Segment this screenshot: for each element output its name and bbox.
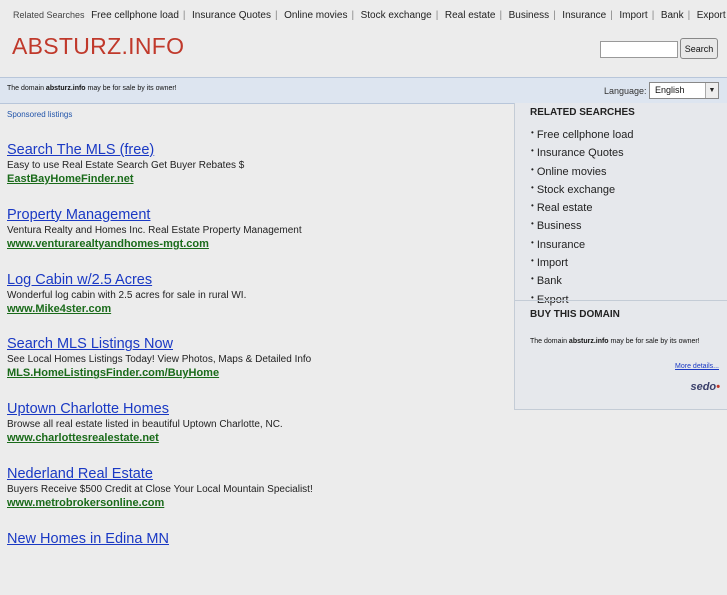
sedo-logo[interactable]: sedo• — [690, 381, 720, 393]
sidebar-related-item[interactable]: • Stock exchange — [531, 180, 633, 198]
sidebar-related-item[interactable]: • Online movies — [531, 162, 633, 180]
sidebar-related-item[interactable]: • Real estate — [531, 198, 633, 216]
sidebar-divider — [515, 300, 727, 301]
language-value: English — [655, 85, 685, 95]
top-related-link[interactable]: Bank — [661, 10, 684, 21]
sidebar-related-item[interactable]: • Export — [531, 290, 633, 308]
listing-desc: Easy to use Real Estate Search Get Buyer… — [7, 160, 245, 171]
more-details-link[interactable]: More details... — [675, 363, 719, 370]
listing-item: Search MLS Listings Now See Local Homes … — [7, 335, 507, 400]
listing-item: Uptown Charlotte Homes Browse all real e… — [7, 400, 507, 465]
listing-desc: Wonderful log cabin with 2.5 acres for s… — [7, 289, 247, 301]
sponsored-label: Sponsored listings — [7, 110, 73, 119]
top-related-link[interactable]: Online movies — [284, 10, 347, 21]
listing-title[interactable]: Search MLS Listings Now — [7, 335, 507, 353]
listing-title[interactable]: Search The MLS (free) — [7, 141, 507, 159]
listing-url[interactable]: www.venturarealtyandhomes-mgt.com — [7, 237, 507, 252]
top-related-link[interactable]: Stock exchange — [361, 10, 432, 21]
listing-desc: Buyers Receive $500 Credit at Close Your… — [7, 483, 313, 495]
bullet-icon: • — [531, 201, 534, 211]
sidebar-related-list: • Free cellphone load • Insurance Quotes •… — [531, 125, 633, 308]
listing-item: Nederland Real Estate Buyers Receive $50… — [7, 465, 507, 530]
listing-url[interactable]: MLS.HomeListingsFinder.com/BuyHome — [7, 366, 507, 381]
listing-title[interactable]: Uptown Charlotte Homes — [7, 400, 507, 418]
sidebar-related-item[interactable]: • Insurance Quotes — [531, 143, 633, 161]
sidebar-related-item[interactable]: • Import — [531, 253, 633, 271]
bullet-icon: • — [531, 237, 534, 247]
related-searches-label: Related Searches — [13, 10, 85, 20]
chevron-down-icon[interactable]: ▼ — [705, 83, 718, 98]
listing-item: New Homes in Edina MN — [7, 530, 507, 595]
listing-title[interactable]: New Homes in Edina MN — [7, 530, 507, 548]
domain-sale-message: The domain absturz.info may be for sale … — [7, 85, 177, 92]
site-logo[interactable]: ABSTURZ.INFO — [12, 33, 184, 60]
buy-domain-suffix: may be for sale by its owner! — [608, 338, 700, 345]
bullet-icon: • — [531, 164, 534, 174]
search-button[interactable]: Search — [680, 38, 718, 59]
sidebar-related-item[interactable]: • Insurance — [531, 235, 633, 253]
top-related-link[interactable]: Import — [619, 10, 647, 21]
sidebar-related-item[interactable]: • Bank — [531, 271, 633, 289]
listing-desc: See Local Homes Listings Today! View Pho… — [7, 354, 312, 366]
buy-domain-prefix: The domain — [530, 338, 569, 345]
bullet-icon: • — [531, 128, 534, 137]
top-related-link[interactable]: Free cellphone load — [91, 10, 179, 21]
top-related-link[interactable]: Business — [509, 10, 550, 21]
sidebar-related-item[interactable]: • Business — [531, 216, 633, 234]
language-label: Language: — [604, 86, 647, 96]
sedo-logo-text: sedo — [690, 381, 717, 393]
language-select[interactable]: English ▼ — [649, 82, 719, 99]
search-input[interactable] — [600, 41, 678, 58]
listing-item: Search The MLS (free) Easy to use Real E… — [7, 141, 507, 206]
bullet-icon: • — [531, 219, 534, 229]
listing-item: Property Management Ventura Realty and H… — [7, 206, 507, 271]
buy-domain-message: The domain absturz.info may be for sale … — [530, 338, 700, 345]
listing-title[interactable]: Property Management — [7, 206, 507, 224]
listing-url[interactable]: EastBayHomeFinder.net — [7, 172, 507, 187]
listing-desc: Browse all real estate listed in beautif… — [7, 419, 283, 431]
domain-sale-prefix: The domain — [7, 85, 46, 92]
domain-name: absturz.info — [45, 85, 86, 92]
top-related-link[interactable]: Insurance — [562, 10, 606, 21]
top-related-link[interactable]: Insurance Quotes — [192, 10, 271, 21]
listing-desc: Ventura Realty and Homes Inc. Real Estat… — [7, 224, 302, 236]
bullet-icon: • — [531, 146, 534, 156]
bullet-icon: • — [531, 274, 534, 284]
buy-domain-name: absturz.info — [568, 338, 609, 345]
top-related-bar: Related Searches Free cellphone load | In… — [13, 10, 726, 21]
listing-title[interactable]: Log Cabin w/2.5 Acres — [7, 271, 507, 289]
related-searches-heading: RELATED SEARCHES — [530, 107, 635, 118]
sidebar-related-item[interactable]: • Free cellphone load — [531, 125, 633, 143]
domain-info-bar: The domain absturz.info may be for sale … — [0, 77, 727, 104]
top-related-link[interactable]: Export — [697, 10, 726, 21]
domain-sale-suffix: may be for sale by its owner! — [85, 85, 177, 92]
top-related-link[interactable]: Real estate — [445, 10, 496, 21]
listing-url[interactable]: www.charlottesrealestate.net — [7, 431, 507, 446]
listings: Search The MLS (free) Easy to use Real E… — [7, 141, 507, 595]
sidebar: RELATED SEARCHES • Free cellphone load • I… — [514, 103, 727, 410]
bullet-icon: • — [531, 256, 534, 266]
listing-title[interactable]: Nederland Real Estate — [7, 465, 507, 483]
listing-url[interactable]: www.metrobrokersonline.com — [7, 496, 507, 511]
sedo-dot-icon: • — [716, 381, 720, 393]
listing-url[interactable]: www.Mike4ster.com — [7, 302, 507, 317]
buy-domain-heading: BUY THIS DOMAIN — [530, 309, 620, 320]
bullet-icon: • — [531, 182, 534, 192]
listing-item: Log Cabin w/2.5 Acres Wonderful log cabi… — [7, 271, 507, 336]
